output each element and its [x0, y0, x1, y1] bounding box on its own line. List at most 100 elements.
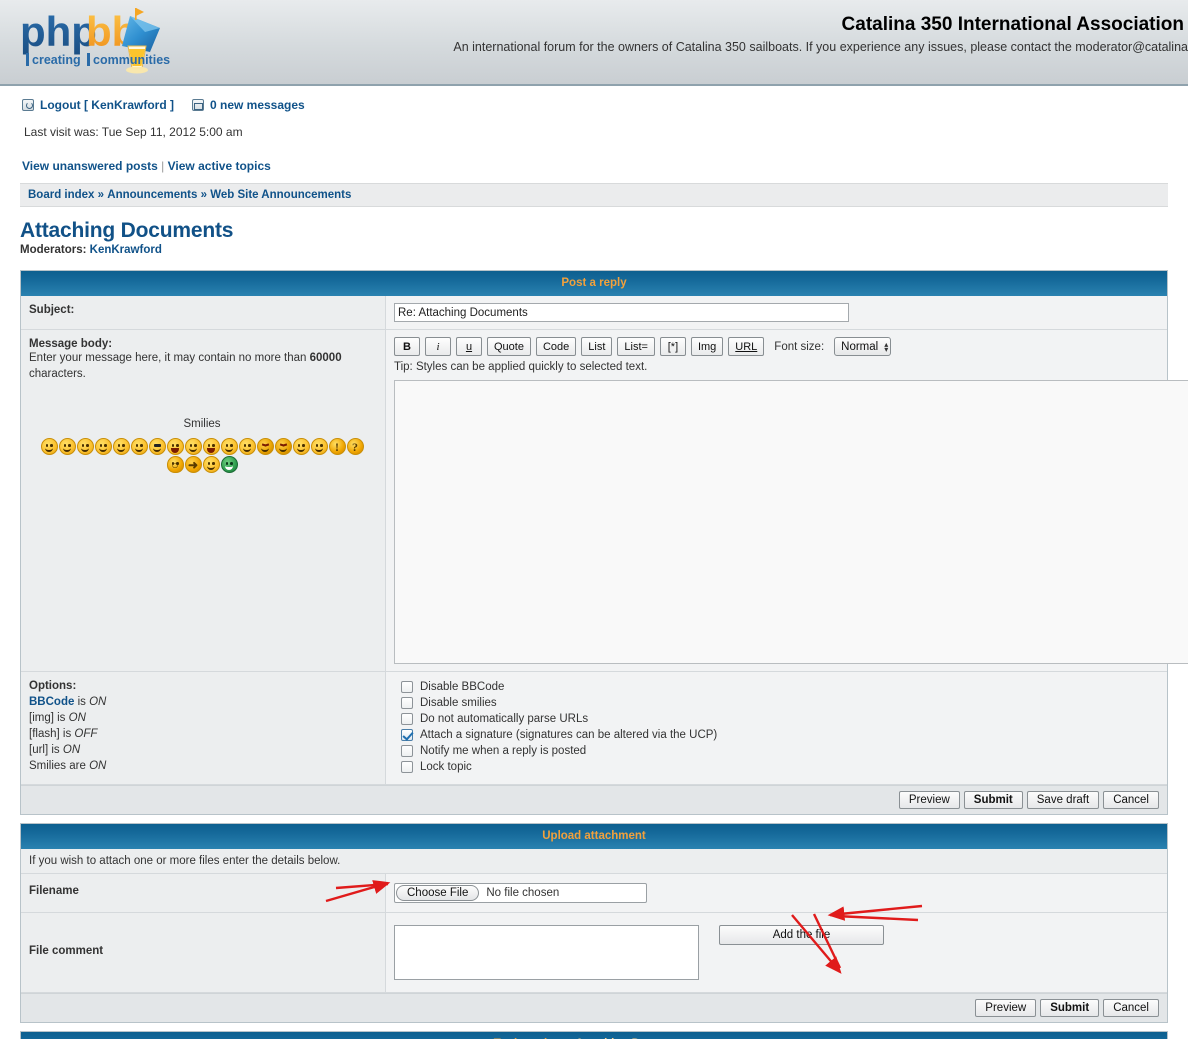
cancel-button[interactable]: Cancel [1103, 999, 1159, 1017]
smiley-confused[interactable] [221, 438, 238, 455]
breadcrumb-arrow-2: » [201, 189, 207, 201]
option-state: ON [89, 696, 106, 708]
smiley-neutral-2[interactable] [203, 456, 220, 473]
code-button[interactable]: Code [536, 337, 576, 356]
bbcode-toolbar: Biu Quote Code List List= [*] Img URL Font size:… [394, 337, 1159, 356]
checkbox-notify-reply[interactable] [401, 745, 413, 757]
smiley-arrow[interactable]: ➜ [185, 456, 202, 473]
submit-button[interactable]: Submit [1040, 999, 1099, 1017]
smiley-sad-mouth [81, 448, 89, 452]
site-description: An international forum for the owners of… [220, 40, 1188, 54]
bold-button[interactable]: B [394, 337, 420, 356]
smiley-mrgreen-yellow[interactable] [239, 438, 256, 455]
message-body-note: Enter your message here, it may contain … [29, 351, 375, 382]
italic-button[interactable]: i [425, 337, 451, 356]
smiley-idea[interactable]: ○ [167, 456, 184, 473]
checkbox-no-parse-urls[interactable] [401, 713, 413, 725]
checkbox-row-attach-signature[interactable]: Attach a signature (signatures can be al… [401, 729, 1159, 741]
font-size-label: Font size: [774, 341, 824, 353]
post-reply-button-bar: PreviewSubmitSave draftCancel [21, 785, 1167, 814]
link-separator: | [161, 159, 164, 173]
filename-field-cell: Choose File No file chosen [386, 874, 1167, 912]
view-active-topics-link[interactable]: View active topics [168, 159, 271, 173]
message-textarea[interactable] [394, 380, 1188, 664]
post-reply-bar: Post a reply [21, 271, 1167, 296]
smiley-question[interactable]: ? [347, 438, 364, 455]
subject-field-cell [386, 296, 1167, 329]
submit-button[interactable]: Submit [964, 791, 1023, 809]
smiley-tongue[interactable] [203, 438, 220, 455]
smiley-big-grin-mouth [99, 448, 107, 452]
message-body-field-cell: Biu Quote Code List List= [*] Img URL Font size:… [386, 330, 1167, 671]
bbcode-tip: Tip: Styles can be applied quickly to se… [394, 361, 1159, 373]
preview-button[interactable]: Preview [975, 999, 1036, 1017]
font-size-select[interactable]: Normal▴▾ [834, 337, 891, 356]
view-unanswered-posts-link[interactable]: View unanswered posts [22, 159, 158, 173]
options-row: Options: BBCode is ON[img] is ON[flash] … [21, 672, 1167, 785]
option-url: [url] is ON [29, 744, 375, 756]
smiley-cool[interactable] [149, 438, 166, 455]
smiley-mrgreen[interactable] [221, 456, 238, 473]
smiley-exclamation[interactable]: ! [329, 438, 346, 455]
smiley-twisted[interactable] [275, 438, 292, 455]
checkbox-row-disable-bbcode[interactable]: Disable BBCode [401, 681, 1159, 693]
upload-attachment-bar-title: Upload attachment [542, 830, 646, 842]
checkbox-row-no-parse-urls[interactable]: Do not automatically parse URLs [401, 713, 1159, 725]
checkbox-row-lock-topic[interactable]: Lock topic [401, 761, 1159, 773]
underline-button[interactable]: u [456, 337, 482, 356]
list-ordered-button[interactable]: List= [617, 337, 655, 356]
smiley-rolleyes[interactable] [293, 438, 310, 455]
moderator-link[interactable]: KenKrawford [90, 244, 162, 256]
smiley-happy-mouth [63, 448, 71, 452]
smiley-cool-mouth [153, 448, 161, 452]
smiley-neutral[interactable] [131, 438, 148, 455]
smiley-twisted-mouth [279, 448, 287, 452]
subject-label: Subject: [29, 304, 74, 316]
option-name: [url] [29, 744, 48, 756]
checkbox-attach-signature[interactable] [401, 729, 413, 741]
smiley-grin[interactable] [41, 438, 58, 455]
breadcrumb-item-announcements[interactable]: Announcements [107, 189, 197, 201]
checkbox-row-notify-reply[interactable]: Notify me when a reply is posted [401, 745, 1159, 757]
smiley-mrgreen-yellow-mouth [243, 448, 251, 452]
message-body-label-cell: Message body: Enter your message here, i… [21, 330, 386, 671]
smiley-surprised[interactable] [113, 438, 130, 455]
file-input[interactable]: Choose File No file chosen [394, 883, 647, 903]
checkbox-disable-smilies[interactable] [401, 697, 413, 709]
preview-button[interactable]: Preview [899, 791, 960, 809]
new-messages-link[interactable]: 0 new messages [210, 98, 305, 112]
file-comment-textarea[interactable] [394, 925, 699, 980]
smiley-laugh[interactable] [167, 438, 184, 455]
checkbox-row-disable-smilies[interactable]: Disable smilies [401, 697, 1159, 709]
smiley-sad[interactable] [77, 438, 94, 455]
logout-link[interactable]: Logout [ KenKrawford ] [40, 98, 174, 112]
smiley-big-grin[interactable] [95, 438, 112, 455]
url-button[interactable]: URL [728, 337, 764, 356]
list-item-button[interactable]: [*] [660, 337, 686, 356]
smiley-evil[interactable] [257, 438, 274, 455]
file-comment-label: File comment [29, 945, 103, 957]
checkbox-disable-bbcode[interactable] [401, 681, 413, 693]
smilies-title: Smilies [29, 418, 375, 430]
list-button[interactable]: List [581, 337, 612, 356]
bbcode-help-link[interactable]: BBCode [29, 696, 74, 708]
choose-file-button[interactable]: Choose File [396, 885, 479, 901]
image-button[interactable]: Img [691, 337, 723, 356]
quote-button[interactable]: Quote [487, 337, 531, 356]
topic-review-panel: Topic review – Attaching Documents [20, 1031, 1168, 1039]
phpbb-logo[interactable]: php bb creating communities [18, 6, 218, 80]
add-the-file-button[interactable]: Add the file [719, 925, 884, 945]
smiley-grin-mouth [45, 448, 53, 452]
checkbox-lock-topic[interactable] [401, 761, 413, 773]
breadcrumb-item-board-index[interactable]: Board index [28, 189, 94, 201]
breadcrumb-item-web-site-announcements[interactable]: Web Site Announcements [210, 189, 351, 201]
options-checkbox-cell: Disable BBCode Disable smilies Do not auto… [386, 672, 1167, 784]
save-draft-button[interactable]: Save draft [1027, 791, 1099, 809]
smiley-happy[interactable] [59, 438, 76, 455]
last-visit-text: Last visit was: Tue Sep 11, 2012 5:00 am [24, 125, 1188, 139]
cancel-button[interactable]: Cancel [1103, 791, 1159, 809]
smiley-grimace[interactable] [185, 438, 202, 455]
subject-input[interactable] [394, 303, 849, 322]
smiley-wink[interactable] [311, 438, 328, 455]
user-links: Logout [ KenKrawford ] 0 new messages [22, 98, 1188, 112]
